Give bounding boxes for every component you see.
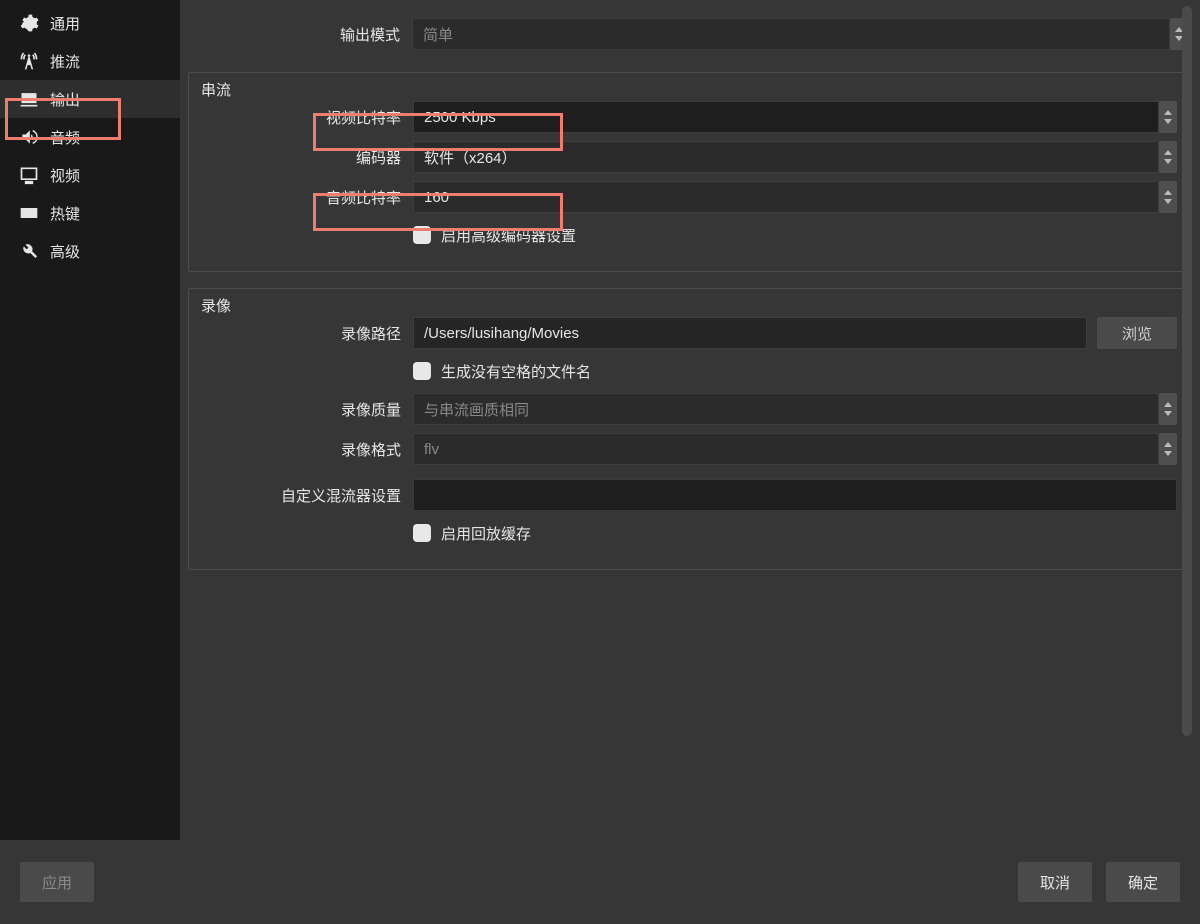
streaming-group: 串流 视频比特率 2500 Kbps 编码器 软件（x264） xyxy=(188,72,1188,272)
sidebar-item-label: 推流 xyxy=(50,51,80,72)
gear-icon xyxy=(18,12,40,34)
sidebar-item-label: 输出 xyxy=(50,89,80,110)
recording-legend: 录像 xyxy=(201,295,231,316)
muxer-input[interactable] xyxy=(413,479,1177,511)
sidebar-item-output[interactable]: 输出 xyxy=(0,80,180,118)
cancel-button[interactable]: 取消 xyxy=(1018,862,1092,902)
sidebar-item-label: 高级 xyxy=(50,241,80,262)
encoder-value: 软件（x264） xyxy=(424,147,517,168)
ok-button[interactable]: 确定 xyxy=(1106,862,1180,902)
encoder-select[interactable]: 软件（x264） xyxy=(413,141,1159,173)
sidebar-item-advanced[interactable]: 高级 xyxy=(0,232,180,270)
adv-encoder-checkbox-label: 启用高级编码器设置 xyxy=(441,225,576,246)
output-mode-label: 输出模式 xyxy=(188,24,412,45)
output-mode-select[interactable]: 简单 xyxy=(412,18,1170,50)
audio-bitrate-label: 音频比特率 xyxy=(199,187,413,208)
nospace-checkbox[interactable] xyxy=(413,362,431,380)
sidebar-item-audio[interactable]: 音频 xyxy=(0,118,180,156)
record-format-value: flv xyxy=(424,441,439,458)
record-quality-label: 录像质量 xyxy=(199,399,413,420)
settings-main: 输出模式 简单 串流 视频比特率 2500 Kbps xyxy=(180,0,1200,840)
sidebar-item-general[interactable]: 通用 xyxy=(0,4,180,42)
monitor-icon xyxy=(18,164,40,186)
sidebar-item-label: 视频 xyxy=(50,165,80,186)
apply-button[interactable]: 应用 xyxy=(20,862,94,902)
record-path-label: 录像路径 xyxy=(199,323,413,344)
encoder-label: 编码器 xyxy=(199,147,413,168)
keyboard-icon xyxy=(18,202,40,224)
audio-bitrate-value: 160 xyxy=(424,189,449,206)
apply-label: 应用 xyxy=(42,872,72,893)
replay-buffer-checkbox[interactable] xyxy=(413,524,431,542)
sidebar-item-label: 热键 xyxy=(50,203,80,224)
record-quality-value: 与串流画质相同 xyxy=(424,399,529,420)
muxer-label: 自定义混流器设置 xyxy=(199,485,413,506)
sidebar-item-label: 音频 xyxy=(50,127,80,148)
video-bitrate-label: 视频比特率 xyxy=(199,107,413,128)
browse-label: 浏览 xyxy=(1122,323,1152,344)
audio-bitrate-select[interactable]: 160 xyxy=(413,181,1159,213)
sidebar-item-hotkeys[interactable]: 热键 xyxy=(0,194,180,232)
video-bitrate-stepper[interactable] xyxy=(1159,101,1177,133)
output-mode-value: 简单 xyxy=(423,24,453,45)
scrollbar[interactable] xyxy=(1182,6,1192,834)
sidebar-item-stream[interactable]: 推流 xyxy=(0,42,180,80)
settings-sidebar: 通用 推流 输出 音频 视频 xyxy=(0,0,180,840)
scrollbar-thumb[interactable] xyxy=(1182,6,1192,736)
output-icon xyxy=(18,88,40,110)
browse-button[interactable]: 浏览 xyxy=(1097,317,1177,349)
ok-label: 确定 xyxy=(1128,872,1158,893)
sidebar-item-label: 通用 xyxy=(50,13,80,34)
record-format-select[interactable]: flv xyxy=(413,433,1159,465)
record-quality-select[interactable]: 与串流画质相同 xyxy=(413,393,1159,425)
record-quality-stepper[interactable] xyxy=(1159,393,1177,425)
record-format-stepper[interactable] xyxy=(1159,433,1177,465)
video-bitrate-input[interactable]: 2500 Kbps xyxy=(413,101,1159,133)
video-bitrate-value: 2500 Kbps xyxy=(424,109,496,126)
record-path-value: /Users/lusihang/Movies xyxy=(424,325,579,342)
nospace-checkbox-label: 生成没有空格的文件名 xyxy=(441,361,591,382)
adv-encoder-checkbox[interactable] xyxy=(413,226,431,244)
encoder-stepper[interactable] xyxy=(1159,141,1177,173)
antenna-icon xyxy=(18,50,40,72)
sidebar-item-video[interactable]: 视频 xyxy=(0,156,180,194)
streaming-legend: 串流 xyxy=(201,79,231,100)
record-format-label: 录像格式 xyxy=(199,439,413,460)
replay-buffer-checkbox-label: 启用回放缓存 xyxy=(441,523,531,544)
cancel-label: 取消 xyxy=(1040,872,1070,893)
speaker-icon xyxy=(18,126,40,148)
bottom-bar: 应用 取消 确定 xyxy=(0,840,1200,924)
tools-icon xyxy=(18,240,40,262)
record-path-input[interactable]: /Users/lusihang/Movies xyxy=(413,317,1087,349)
audio-bitrate-stepper[interactable] xyxy=(1159,181,1177,213)
recording-group: 录像 录像路径 /Users/lusihang/Movies 浏览 生成没有空格… xyxy=(188,288,1188,570)
settings-window: 通用 推流 输出 音频 视频 xyxy=(0,0,1200,924)
